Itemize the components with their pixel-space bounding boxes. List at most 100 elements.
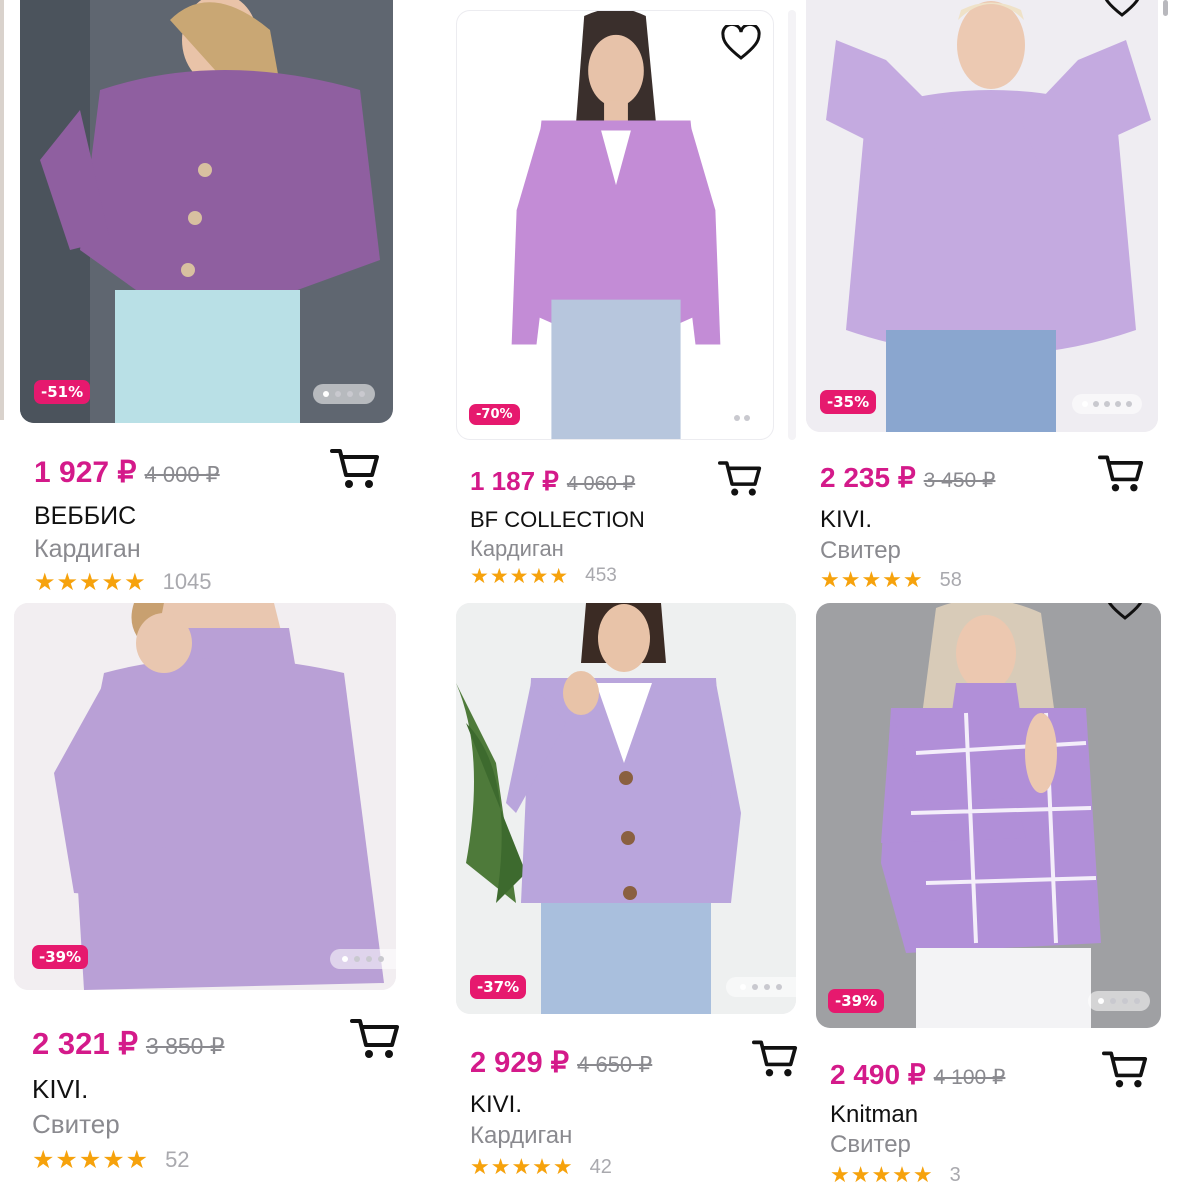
brand-name: KIVI. (32, 1074, 89, 1104)
cart-icon[interactable] (752, 1038, 798, 1078)
current-price: 1 187 ₽ (470, 466, 559, 496)
review-count: 58 (939, 569, 962, 591)
pager-dot[interactable] (1134, 998, 1140, 1004)
product-image (816, 603, 1161, 1028)
review-count: 3 (949, 1164, 961, 1186)
discount-badge: -51% (34, 380, 91, 404)
pager-dot[interactable] (1110, 998, 1116, 1004)
pager-dot[interactable] (335, 391, 341, 397)
heart-icon[interactable] (721, 25, 761, 61)
button (623, 886, 637, 900)
pager-dot[interactable] (1093, 401, 1099, 407)
pager-dot[interactable] (354, 956, 360, 962)
model-face (588, 34, 644, 107)
product-photo[interactable]: -39% (14, 603, 396, 990)
left-edge-divider (0, 0, 4, 420)
product-image (14, 603, 396, 990)
star-icon: ★★★★★ (470, 564, 570, 588)
product-image (456, 603, 796, 1014)
pager-dot[interactable] (342, 956, 348, 962)
pager-dot[interactable] (378, 956, 384, 962)
image-pager[interactable] (726, 977, 796, 997)
pager-dot[interactable] (744, 415, 750, 421)
cart-icon[interactable] (330, 447, 380, 489)
jeans (541, 903, 711, 1014)
product-type: Свитер (32, 1109, 120, 1139)
image-pager[interactable] (313, 384, 375, 404)
pager-dot[interactable] (752, 984, 758, 990)
product-photo[interactable]: -39% (816, 603, 1161, 1028)
model-hand (136, 613, 192, 673)
current-price: 2 929 ₽ (470, 1047, 570, 1079)
cart-icon[interactable] (1098, 453, 1144, 493)
product-photo[interactable]: -70% (456, 10, 774, 440)
pager-dot[interactable] (359, 391, 365, 397)
pager-dot[interactable] (1115, 401, 1121, 407)
scrollbar[interactable] (1163, 0, 1168, 16)
image-pager[interactable] (715, 408, 759, 428)
image-pager[interactable] (330, 949, 396, 969)
image-pager[interactable] (1072, 394, 1142, 414)
product-type: Кардиган (470, 536, 564, 561)
jeans (551, 299, 681, 439)
old-price: 4 060 ₽ (566, 473, 636, 495)
image-pager[interactable] (1088, 991, 1150, 1011)
product-photo[interactable]: -51% (20, 0, 393, 423)
adjacent-card-edge (788, 10, 796, 440)
price-row: 2 490 ₽ 4 100 ₽ (830, 1058, 1005, 1091)
brand-name: Knitman (830, 1101, 919, 1128)
star-icon: ★★★★★ (32, 1145, 150, 1174)
current-price: 2 321 ₽ (32, 1026, 138, 1061)
pager-dot[interactable] (1126, 401, 1132, 407)
review-count: 453 (585, 565, 617, 586)
product-photo[interactable]: -37% (456, 603, 796, 1014)
button (188, 211, 202, 225)
pager-dot[interactable] (1104, 401, 1110, 407)
product-photo[interactable]: -35% (806, 0, 1158, 432)
white-jeans (916, 948, 1091, 1028)
rating: ★★★★★ 453 (470, 564, 617, 588)
pager-dot[interactable] (1082, 401, 1088, 407)
button (619, 771, 633, 785)
cart-icon[interactable] (350, 1017, 400, 1059)
discount-badge: -39% (32, 945, 89, 969)
pager-dot[interactable] (1122, 998, 1128, 1004)
heart-icon[interactable] (1105, 603, 1145, 621)
cart-icon[interactable] (718, 459, 762, 497)
pager-dot[interactable] (764, 984, 770, 990)
button (198, 163, 212, 177)
pager-dot[interactable] (724, 415, 730, 421)
product-type: Кардиган (34, 535, 141, 563)
price-row: 2 929 ₽ 4 650 ₽ (470, 1045, 652, 1080)
rating: ★★★★★ 1045 (34, 568, 212, 596)
brand-name: ВЕББИС (34, 502, 137, 530)
rating: ★★★★★ 3 (830, 1163, 961, 1188)
jeans (115, 290, 300, 423)
jeans (886, 330, 1056, 432)
discount-badge: -37% (470, 975, 527, 999)
discount-badge: -70% (469, 404, 520, 425)
pager-dot[interactable] (1098, 998, 1104, 1004)
review-count: 1045 (162, 569, 212, 594)
pager-dot[interactable] (740, 984, 746, 990)
brand-name: BF COLLECTION (470, 507, 645, 532)
brand-name: KIVI. (470, 1091, 523, 1118)
heart-icon[interactable] (1102, 0, 1142, 18)
old-price: 4 100 ₽ (933, 1066, 1006, 1089)
rating: ★★★★★ 58 (820, 568, 962, 593)
current-price: 2 490 ₽ (830, 1059, 926, 1090)
price-row: 2 235 ₽ 3 450 ₽ (820, 461, 995, 494)
pager-dot[interactable] (323, 391, 329, 397)
product-image (20, 0, 393, 423)
pager-dot[interactable] (734, 415, 740, 421)
current-price: 1 927 ₽ (34, 456, 137, 489)
star-icon: ★★★★★ (34, 568, 147, 596)
model-face (956, 615, 1016, 691)
pager-dot[interactable] (366, 956, 372, 962)
product-type: Кардиган (470, 1122, 573, 1149)
pager-dot[interactable] (347, 391, 353, 397)
cart-icon[interactable] (1102, 1049, 1148, 1089)
price-row: 1 187 ₽ 4 060 ₽ (470, 466, 635, 497)
pager-dot[interactable] (776, 984, 782, 990)
old-price: 3 450 ₽ (923, 469, 996, 492)
